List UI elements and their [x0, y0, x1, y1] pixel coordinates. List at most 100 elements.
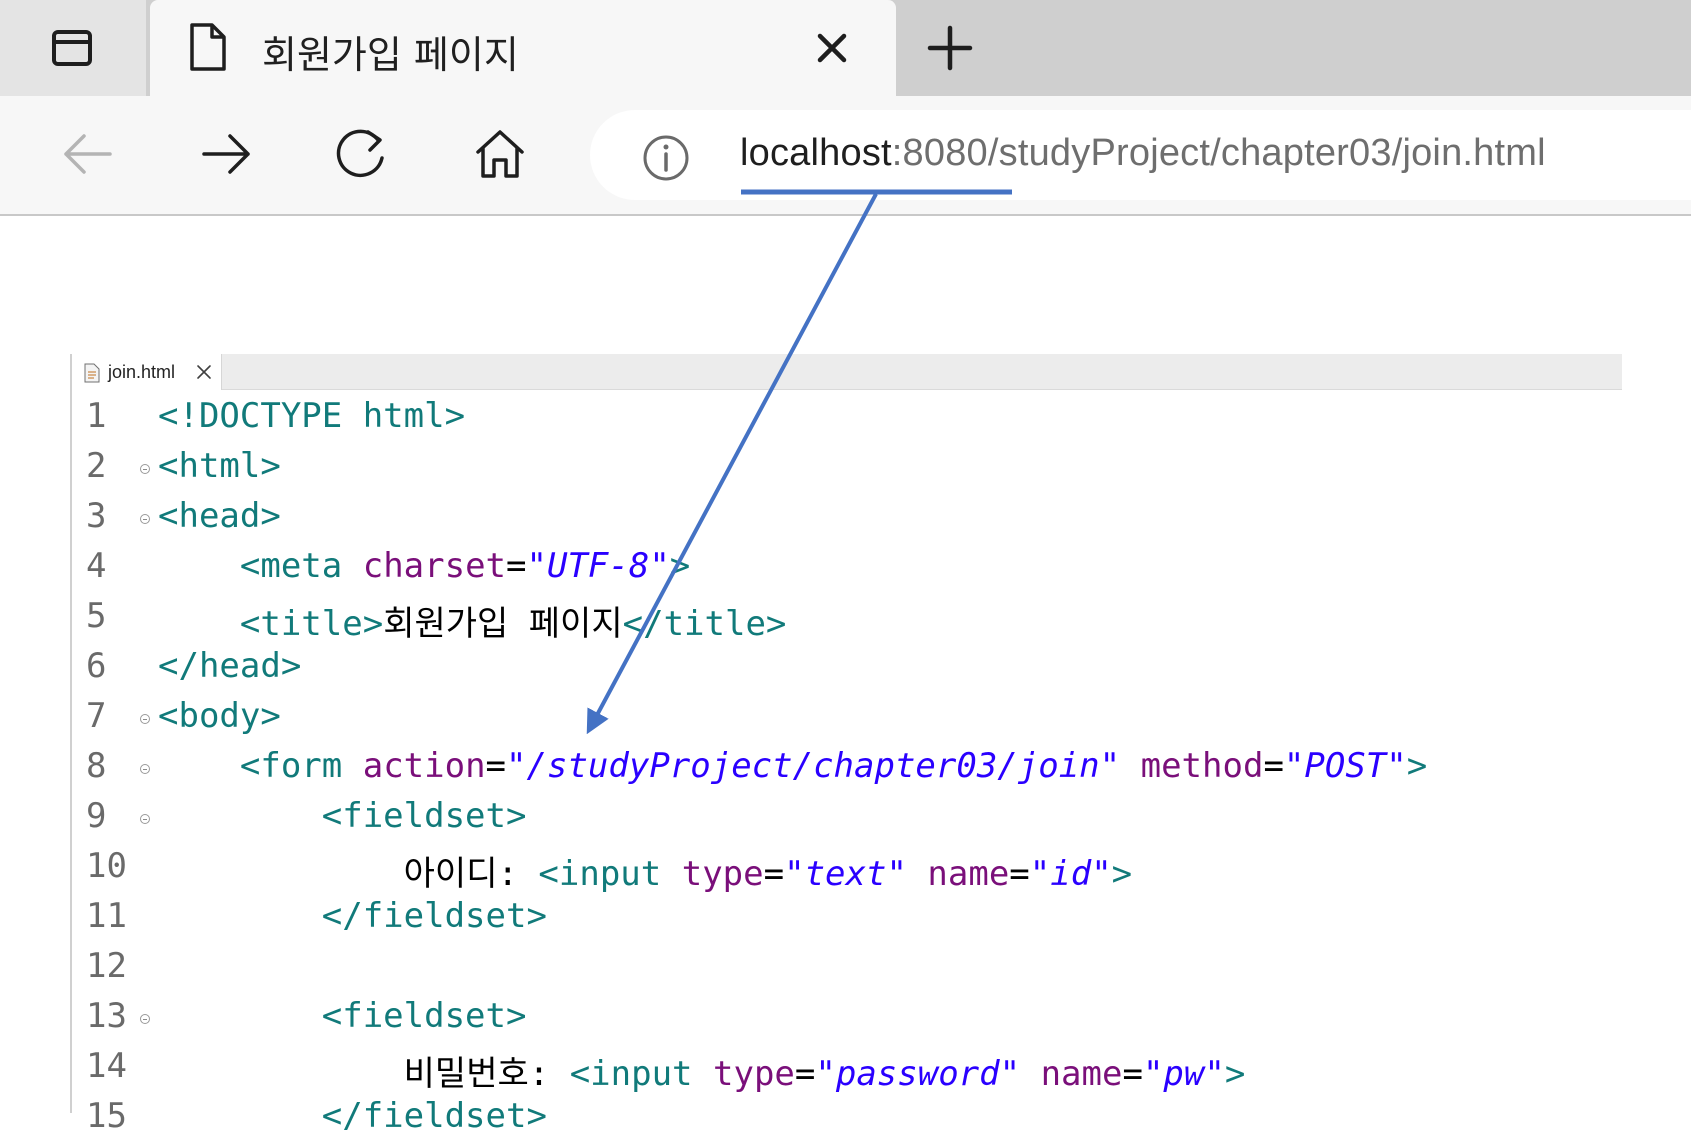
url-host: localhost — [740, 132, 892, 174]
code-token: <html> — [158, 446, 281, 486]
code-token: type — [713, 1054, 795, 1094]
page-icon — [190, 23, 226, 71]
tab-actions-button[interactable] — [0, 0, 146, 96]
code-token: 아이디: — [158, 854, 539, 894]
code-text: <form action="/studyProject/chapter03/jo… — [158, 746, 1427, 786]
code-line[interactable]: 11 </fieldset> — [72, 892, 1622, 942]
code-text: </fieldset> — [158, 896, 547, 936]
code-token: <!DOCTYPE html> — [158, 396, 466, 436]
code-text: <html> — [158, 446, 281, 486]
code-text: <fieldset> — [158, 996, 527, 1036]
code-token: > — [1111, 854, 1133, 894]
code-token: <input — [569, 1054, 713, 1094]
code-area[interactable]: 1 <!DOCTYPE html> 2 <html> 3 <head> 4 <meta ch… — [72, 392, 1622, 1142]
line-number: 11 — [86, 896, 127, 936]
fold-toggle-icon[interactable] — [140, 464, 150, 474]
code-line[interactable]: 10 아이디: <input type="text" name="id"> — [72, 842, 1622, 895]
code-line[interactable]: 12 — [72, 942, 1622, 992]
close-tab-icon[interactable] — [810, 26, 854, 70]
code-token: = — [1009, 854, 1030, 894]
code-token: name — [1040, 1054, 1123, 1094]
tab-strip: 회원가입 페이지 — [0, 0, 1691, 96]
code-text: </head> — [158, 646, 301, 686]
code-line[interactable]: 13 <fieldset> — [72, 992, 1622, 1042]
code-line[interactable]: 6 </head> — [72, 642, 1622, 692]
code-token: <fieldset> — [321, 796, 527, 836]
editor-file-name: join.html — [108, 362, 176, 382]
code-token: > — [669, 546, 691, 586]
code-line[interactable]: 3 <head> — [72, 492, 1622, 542]
html-file-icon — [84, 363, 100, 383]
code-token: = — [1263, 746, 1284, 786]
code-token: charset — [362, 546, 507, 586]
code-token: </fieldset> — [321, 896, 547, 936]
home-icon[interactable] — [470, 124, 530, 184]
code-line[interactable]: 2 <html> — [72, 442, 1622, 492]
code-text: 아이디: <input type="text" name="id"> — [158, 846, 1133, 895]
code-token: "pw" — [1142, 1054, 1225, 1094]
forward-arrow-icon[interactable] — [196, 124, 256, 184]
new-tab-icon[interactable] — [926, 24, 974, 72]
code-line[interactable]: 1 <!DOCTYPE html> — [72, 392, 1622, 442]
code-token: </fieldset> — [321, 1096, 547, 1136]
code-token: "id" — [1029, 854, 1112, 894]
close-file-icon[interactable] — [196, 364, 212, 380]
line-number: 4 — [86, 546, 107, 586]
site-info-icon[interactable] — [642, 134, 690, 182]
code-line[interactable]: 5 <title>회원가입 페이지</title> — [72, 592, 1622, 644]
line-number: 15 — [86, 1096, 127, 1136]
editor-file-tab[interactable]: join.html — [72, 354, 222, 390]
code-text: <head> — [158, 496, 281, 536]
code-token: = — [794, 1054, 816, 1094]
reload-icon[interactable] — [332, 124, 392, 184]
tab-title: 회원가입 페이지 — [262, 33, 519, 77]
code-token: method — [1140, 746, 1264, 786]
code-line[interactable]: 9 <fieldset> — [72, 792, 1622, 842]
code-text: <fieldset> — [158, 796, 527, 836]
code-token: 비밀번호: — [158, 1054, 570, 1094]
line-number: 1 — [86, 396, 107, 436]
code-token: </title> — [622, 604, 787, 644]
fold-toggle-icon[interactable] — [140, 514, 150, 524]
code-token: <fieldset> — [321, 996, 527, 1036]
code-token: </head> — [158, 646, 302, 686]
code-token: <meta — [239, 546, 363, 586]
browser-tab[interactable]: 회원가입 페이지 — [150, 0, 896, 96]
code-line[interactable]: 7 <body> — [72, 692, 1622, 742]
code-line[interactable]: 14 비밀번호: <input type="password" name="pw… — [72, 1042, 1622, 1094]
line-number: 14 — [86, 1046, 127, 1086]
fold-toggle-icon[interactable] — [140, 1014, 150, 1024]
code-token: "text" — [784, 854, 907, 894]
code-token: 회원가입 페이지 — [383, 604, 623, 644]
url-text[interactable]: localhost:8080/studyProject/chapter03/jo… — [740, 132, 1546, 175]
code-token: "UTF-8" — [526, 546, 670, 586]
code-token: > — [1406, 746, 1428, 786]
code-line[interactable]: 8 <form action="/studyProject/chapter03/… — [72, 742, 1622, 792]
code-token: action — [362, 746, 486, 786]
code-token: type — [681, 854, 764, 894]
code-token: = — [1122, 1054, 1143, 1094]
code-token: "POST" — [1283, 746, 1407, 786]
line-number: 5 — [86, 596, 107, 636]
code-text: <body> — [158, 696, 281, 736]
fold-toggle-icon[interactable] — [140, 764, 150, 774]
code-token: = — [763, 854, 785, 894]
fold-toggle-icon[interactable] — [140, 814, 150, 824]
address-bar[interactable]: localhost:8080/studyProject/chapter03/jo… — [590, 110, 1691, 200]
code-token: = — [506, 546, 527, 586]
back-arrow-icon[interactable] — [58, 124, 118, 184]
editor-tab-bar: join.html — [72, 354, 1622, 390]
code-line[interactable]: 4 <meta charset="UTF-8"> — [72, 542, 1622, 592]
line-number: 10 — [86, 846, 127, 886]
url-path: :8080/studyProject/chapter03/join.html — [891, 132, 1546, 174]
line-number: 6 — [86, 646, 107, 686]
code-token: <body> — [158, 696, 281, 736]
code-token: = — [485, 746, 507, 786]
code-line[interactable]: 15 </fieldset> — [72, 1092, 1622, 1142]
fold-toggle-icon[interactable] — [140, 714, 150, 724]
